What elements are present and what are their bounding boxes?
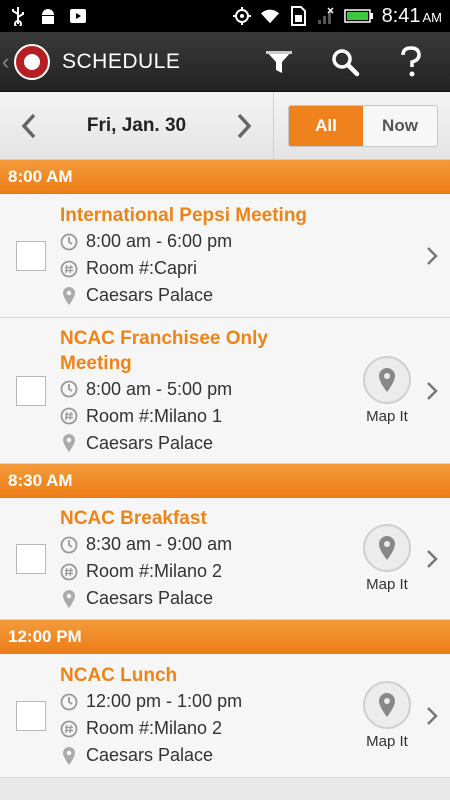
event-room: Room #:Milano 2 (86, 561, 223, 581)
hash-icon (60, 407, 78, 425)
event-room: Room #:Capri (86, 258, 198, 278)
hash-icon (60, 720, 78, 738)
event-checkbox[interactable] (16, 543, 46, 574)
location-pin-icon (60, 746, 78, 765)
map-pin-icon (379, 536, 395, 560)
youtube-icon (68, 6, 88, 26)
event-time: 8:00 am - 6:00 pm (86, 231, 233, 251)
previous-day-chevron-icon[interactable] (18, 111, 40, 141)
event-room: Room #:Milano 1 (86, 405, 223, 426)
map-pin-icon (379, 693, 395, 717)
event-title: NCAC Lunch (60, 665, 178, 686)
row-chevron-icon[interactable] (422, 706, 442, 726)
event-title: NCAC Franchisee Only Meeting (60, 327, 268, 374)
event-time: 8:00 am - 5:00 pm (86, 378, 233, 399)
status-bar: 8:41 AM (0, 0, 450, 32)
filter-icon[interactable] (262, 45, 296, 79)
clock-icon (60, 536, 78, 554)
map-pin-icon (379, 368, 395, 392)
event-checkbox[interactable] (16, 240, 46, 271)
clock-icon (60, 380, 78, 398)
section-header: 8:30 AM (0, 464, 450, 498)
event-row[interactable]: NCAC Franchisee Only Meeting 8:00 am - 5… (0, 318, 450, 464)
clock-icon (60, 693, 78, 711)
no-signal-icon (316, 6, 336, 26)
event-room: Room #:Milano 2 (86, 718, 223, 738)
event-location: Caesars Palace (86, 285, 214, 305)
clock-time: 8:41 (381, 4, 421, 27)
clock-icon (60, 233, 78, 251)
section-header: 8:00 AM (0, 160, 450, 194)
event-location: Caesars Palace (86, 588, 214, 608)
event-checkbox[interactable] (16, 700, 46, 731)
event-location: Caesars Palace (86, 432, 214, 453)
row-chevron-icon[interactable] (422, 549, 442, 569)
filter-all-button[interactable]: All (289, 105, 363, 146)
map-it-label: Map It (366, 733, 408, 750)
usb-icon (8, 6, 28, 26)
date-bar: Fri, Jan. 30 All Now (0, 92, 450, 160)
map-it-button[interactable]: Map It (356, 356, 418, 425)
back-chevron-icon[interactable]: ‹ (2, 49, 14, 75)
event-row[interactable]: NCAC Breakfast 8:30 am - 9:00 am Room #:… (0, 498, 450, 620)
event-location: Caesars Palace (86, 745, 214, 765)
app-bar: ‹ SCHEDULE (0, 32, 450, 92)
wifi-icon (260, 6, 280, 26)
row-chevron-icon[interactable] (422, 246, 442, 266)
event-row[interactable]: NCAC Lunch 12:00 pm - 1:00 pm Room #:Mil… (0, 654, 450, 778)
help-icon[interactable] (394, 45, 428, 79)
hash-icon (60, 260, 78, 278)
location-pin-icon (60, 589, 78, 608)
current-date: Fri, Jan. 30 (86, 114, 187, 136)
filter-toggle: All Now (288, 104, 438, 147)
app-logo[interactable] (14, 43, 50, 80)
event-time: 8:30 am - 9:00 am (86, 534, 233, 554)
clock-ampm: AM (422, 9, 443, 25)
map-it-button[interactable]: Map It (356, 681, 418, 750)
event-checkbox[interactable] (16, 375, 46, 406)
page-title: SCHEDULE (62, 49, 181, 73)
map-it-label: Map It (366, 408, 408, 425)
location-pin-icon (60, 434, 78, 452)
location-pin-icon (60, 286, 78, 305)
sim-icon (288, 6, 308, 26)
section-header: 12:00 PM (0, 620, 450, 654)
search-icon[interactable] (328, 45, 362, 79)
android-debug-icon (38, 6, 58, 26)
gps-icon (232, 6, 252, 26)
battery-icon (343, 6, 374, 26)
event-time: 12:00 pm - 1:00 pm (86, 691, 243, 711)
event-title: International Pepsi Meeting (60, 205, 308, 226)
map-it-label: Map It (366, 576, 408, 593)
hash-icon (60, 563, 78, 581)
event-title: NCAC Breakfast (60, 508, 207, 529)
event-row[interactable]: International Pepsi Meeting 8:00 am - 6:… (0, 194, 450, 318)
filter-now-button[interactable]: Now (363, 105, 437, 146)
row-chevron-icon[interactable] (422, 381, 442, 401)
next-day-chevron-icon[interactable] (233, 111, 255, 141)
map-it-button[interactable]: Map It (356, 524, 418, 593)
